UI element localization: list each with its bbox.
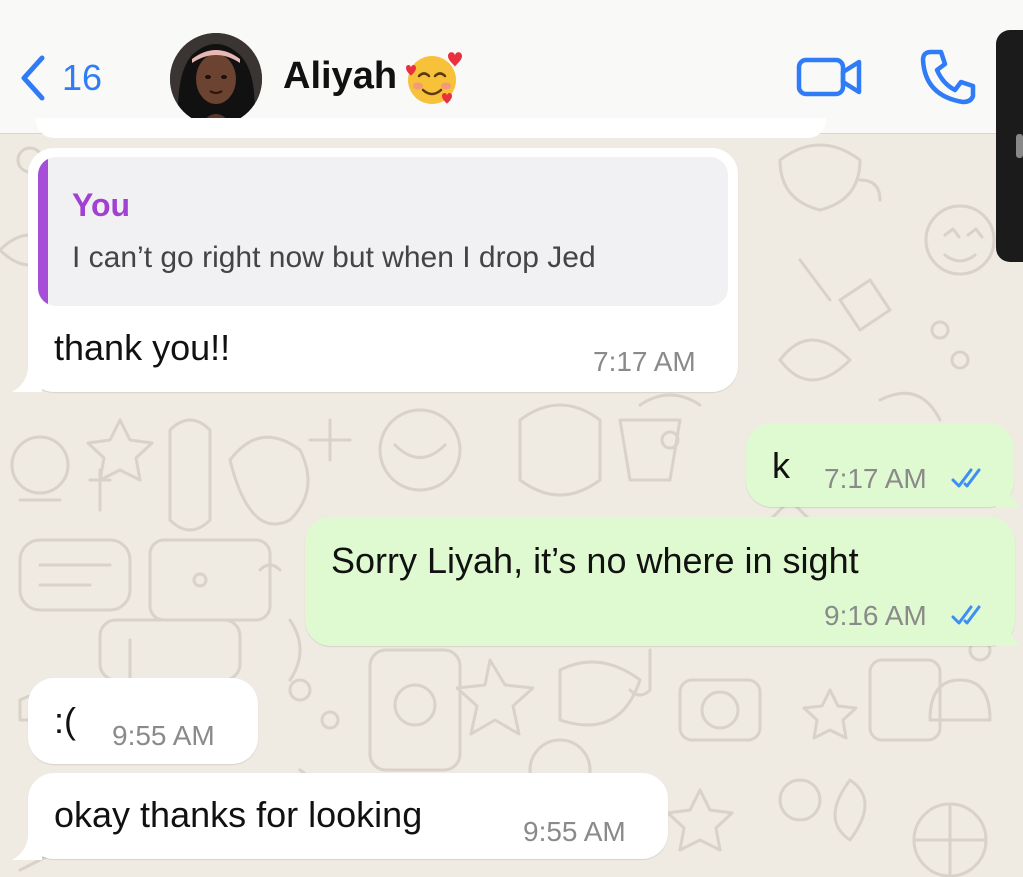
double-check-icon	[951, 605, 981, 625]
message-time: 9:55 AM	[112, 720, 215, 751]
message-time: 9:16 AM	[824, 600, 927, 631]
message-text: okay thanks for looking	[54, 794, 423, 835]
message-time: 7:17 AM	[593, 346, 696, 377]
message-text: :(	[54, 700, 76, 741]
quoted-message[interactable]: You I can’t go right now but when I drop…	[38, 157, 728, 306]
bubble-tail	[12, 360, 42, 392]
quote-bar	[38, 157, 48, 306]
bubble-tail	[12, 828, 42, 860]
smiling-face-with-hearts-icon	[406, 52, 462, 104]
video-camera-icon[interactable]	[795, 52, 865, 102]
chevron-left-icon	[21, 55, 45, 101]
bubble-tail	[996, 476, 1022, 508]
avatar-photo	[170, 33, 262, 125]
side-panel-handle[interactable]	[996, 30, 1023, 262]
message-text: k	[772, 445, 790, 486]
bubble-tail	[996, 614, 1022, 646]
unread-count: 16	[62, 57, 103, 98]
double-check-icon	[951, 468, 981, 488]
phone-icon[interactable]	[917, 46, 979, 106]
back-button[interactable]: 16	[18, 52, 102, 104]
quote-author: You	[72, 187, 131, 223]
message-text: Sorry Liyah, it’s no where in sight	[331, 540, 859, 581]
avatar[interactable]	[170, 33, 262, 125]
previous-message-edge	[36, 118, 826, 138]
message-text: thank you!!	[54, 327, 231, 368]
chat-header: 16 Aliyah	[0, 0, 1023, 134]
contact-name[interactable]: Aliyah	[283, 55, 397, 98]
quote-text: I can’t go right now but when I drop Jed	[72, 241, 596, 274]
message-time: 9:55 AM	[523, 816, 626, 847]
message-time: 7:17 AM	[824, 463, 927, 494]
